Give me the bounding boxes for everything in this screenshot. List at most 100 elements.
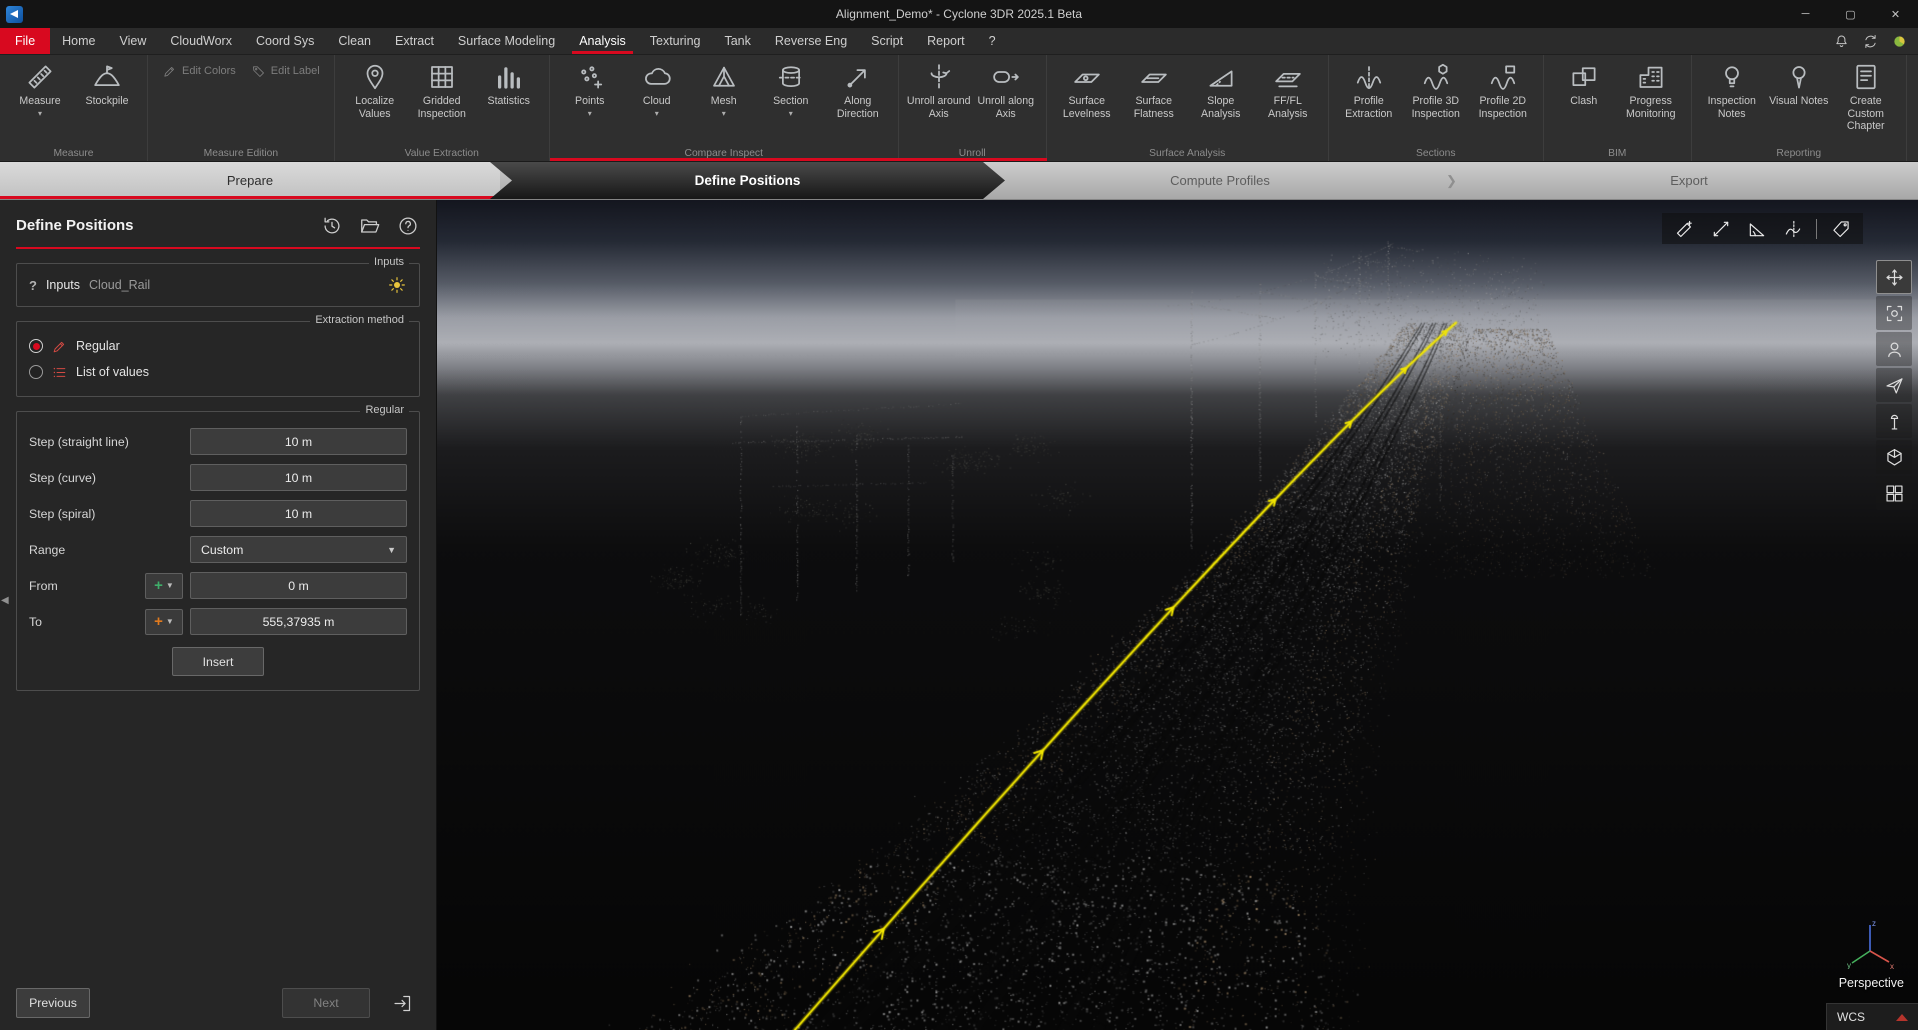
ribbon-button-slope-analysis[interactable]: Slope Analysis: [1188, 58, 1254, 120]
menu-analysis[interactable]: Analysis: [567, 28, 638, 54]
ribbon-button-profile-extraction[interactable]: Profile Extraction: [1336, 58, 1402, 120]
menu-bar: FileHomeViewCloudWorxCoord SysCleanExtra…: [0, 28, 1918, 55]
menu-coord-sys[interactable]: Coord Sys: [244, 28, 326, 54]
to-input[interactable]: [190, 608, 407, 635]
ribbon-button-inspection-notes[interactable]: Inspection Notes: [1699, 58, 1765, 120]
open-folder-button[interactable]: [357, 213, 382, 238]
ribbon-button-ff-fl-analysis[interactable]: FF/FL Analysis: [1255, 58, 1321, 120]
wizard-step-prepare[interactable]: Prepare: [0, 162, 500, 199]
ribbon-button-stockpile[interactable]: Stockpile: [74, 58, 140, 108]
maximize-button[interactable]: ▢: [1828, 0, 1873, 28]
measure-section-tool-button[interactable]: [1776, 215, 1809, 242]
point-cloud-canvas[interactable]: [437, 200, 1918, 1030]
menu-reverse-eng[interactable]: Reverse Eng: [763, 28, 859, 54]
ribbon-button-measure[interactable]: Measure▾: [7, 58, 73, 118]
menu-clean[interactable]: Clean: [326, 28, 383, 54]
sync-button[interactable]: [1859, 30, 1881, 52]
menu-cloudworx[interactable]: CloudWorx: [158, 28, 244, 54]
edit-label-icon: [251, 64, 266, 79]
measure-angle-button[interactable]: [1740, 215, 1773, 242]
dropdown-caret-icon: ▾: [722, 109, 726, 118]
ribbon-button-visual-notes[interactable]: Visual Notes: [1766, 58, 1832, 108]
ribbon-button-mesh[interactable]: Mesh▾: [691, 58, 757, 118]
range-select[interactable]: Custom▼: [190, 536, 407, 563]
notifications-bell-button[interactable]: [1830, 30, 1852, 52]
ribbon-button-edit-label[interactable]: Edit Label: [244, 60, 327, 82]
account-status-button[interactable]: [1888, 30, 1910, 52]
first-person-button[interactable]: [1876, 332, 1912, 366]
menu-texturing[interactable]: Texturing: [638, 28, 713, 54]
ribbon-button-cloud[interactable]: Cloud▾: [624, 58, 690, 118]
menu-home[interactable]: Home: [50, 28, 107, 54]
center-target-button[interactable]: [1876, 296, 1912, 330]
ribbon-button-clash[interactable]: Clash: [1551, 58, 1617, 108]
step-curve-input[interactable]: [190, 464, 407, 491]
close-button[interactable]: ✕: [1873, 0, 1918, 28]
ribbon-button-points[interactable]: Points▾: [557, 58, 623, 118]
walk-mode-button[interactable]: [1876, 404, 1912, 438]
multi-view-button[interactable]: [1876, 476, 1912, 510]
ribbon-button-unroll-along-axis[interactable]: Unroll along Axis: [973, 58, 1039, 120]
orbit-button[interactable]: [1876, 260, 1912, 294]
wizard-step-compute-profiles[interactable]: Compute Profiles: [1005, 162, 1435, 199]
reset-params-button[interactable]: [319, 213, 344, 238]
menu-help[interactable]: ?: [977, 28, 1008, 54]
fly-mode-button[interactable]: [1876, 368, 1912, 402]
window-title: Alignment_Demo* - Cyclone 3DR 2025.1 Bet…: [836, 7, 1082, 21]
inputs-value[interactable]: Cloud_Rail: [89, 278, 150, 292]
ribbon-button-surface-flatness[interactable]: Surface Flatness: [1121, 58, 1187, 120]
exit-command-button[interactable]: [384, 988, 420, 1018]
panel-collapse-handle[interactable]: ◀: [1, 595, 9, 606]
ribbon-button-unroll-around-axis[interactable]: Unroll around Axis: [906, 58, 972, 120]
ribbon-button-profile-2d-inspection[interactable]: Profile 2D Inspection: [1470, 58, 1536, 120]
list-method-icon: [51, 364, 68, 381]
menu-view[interactable]: View: [108, 28, 159, 54]
surface-levelness-icon: [1072, 62, 1102, 92]
measure-distance-button[interactable]: [1704, 215, 1737, 242]
inputs-label: Inputs: [46, 278, 80, 292]
annotation-tag-button[interactable]: [1824, 215, 1857, 242]
insert-button[interactable]: Insert: [172, 647, 264, 676]
wizard-step-define-positions[interactable]: Define Positions: [490, 162, 1005, 199]
ribbon-button-create-custom-chapter[interactable]: Create Custom Chapter: [1833, 58, 1899, 133]
highlight-input-button[interactable]: [387, 275, 407, 295]
radio-regular[interactable]: Regular: [29, 333, 407, 359]
center-target-icon: [1884, 303, 1905, 324]
menu-report[interactable]: Report: [915, 28, 977, 54]
ribbon-button-surface-levelness[interactable]: Surface Levelness: [1054, 58, 1120, 120]
ribbon-button-statistics[interactable]: Statistics: [476, 58, 542, 108]
view-cube-button[interactable]: [1876, 440, 1912, 474]
from-input[interactable]: [190, 572, 407, 599]
ribbon-button-gridded-inspection[interactable]: Gridded Inspection: [409, 58, 475, 120]
dropdown-caret-icon: ▾: [789, 109, 793, 118]
clash-icon: [1569, 62, 1599, 92]
menu-surface-modeling[interactable]: Surface Modeling: [446, 28, 567, 54]
account-status-icon: [1891, 33, 1908, 50]
menu-tank[interactable]: Tank: [712, 28, 762, 54]
ribbon-button-section[interactable]: Section▾: [758, 58, 824, 118]
help-button[interactable]: [395, 213, 420, 238]
ribbon-button-label: Profile 2D Inspection: [1470, 95, 1536, 120]
app-logo-icon: [6, 6, 23, 23]
minimize-button[interactable]: ─: [1783, 0, 1828, 28]
menu-extract[interactable]: Extract: [383, 28, 446, 54]
radio-list-of-values[interactable]: List of values: [29, 359, 407, 385]
step-straight-line-input[interactable]: [190, 428, 407, 455]
menu-script[interactable]: Script: [859, 28, 915, 54]
wcs-selector[interactable]: WCS: [1826, 1003, 1918, 1030]
quick-measure-button[interactable]: [1668, 215, 1701, 242]
menu-file[interactable]: File: [0, 28, 50, 54]
extraction-method-legend: Extraction method: [310, 314, 409, 326]
ribbon-button-along-direction[interactable]: Along Direction: [825, 58, 891, 120]
to-marker-style-picker[interactable]: +▼: [145, 609, 183, 635]
wizard-step-export[interactable]: Export: [1460, 162, 1918, 199]
ribbon-button-edit-colors[interactable]: Edit Colors: [155, 60, 243, 82]
ribbon-button-profile-3d-inspection[interactable]: Profile 3D Inspection: [1403, 58, 1469, 120]
ribbon-button-localize-values[interactable]: Localize Values: [342, 58, 408, 120]
slope-analysis-icon: [1206, 62, 1236, 92]
next-button[interactable]: Next: [282, 988, 370, 1018]
previous-button[interactable]: Previous: [16, 988, 90, 1018]
from-marker-style-picker[interactable]: +▼: [145, 573, 183, 599]
ribbon-button-progress-monitoring[interactable]: Progress Monitoring: [1618, 58, 1684, 120]
step-spiral-input[interactable]: [190, 500, 407, 527]
